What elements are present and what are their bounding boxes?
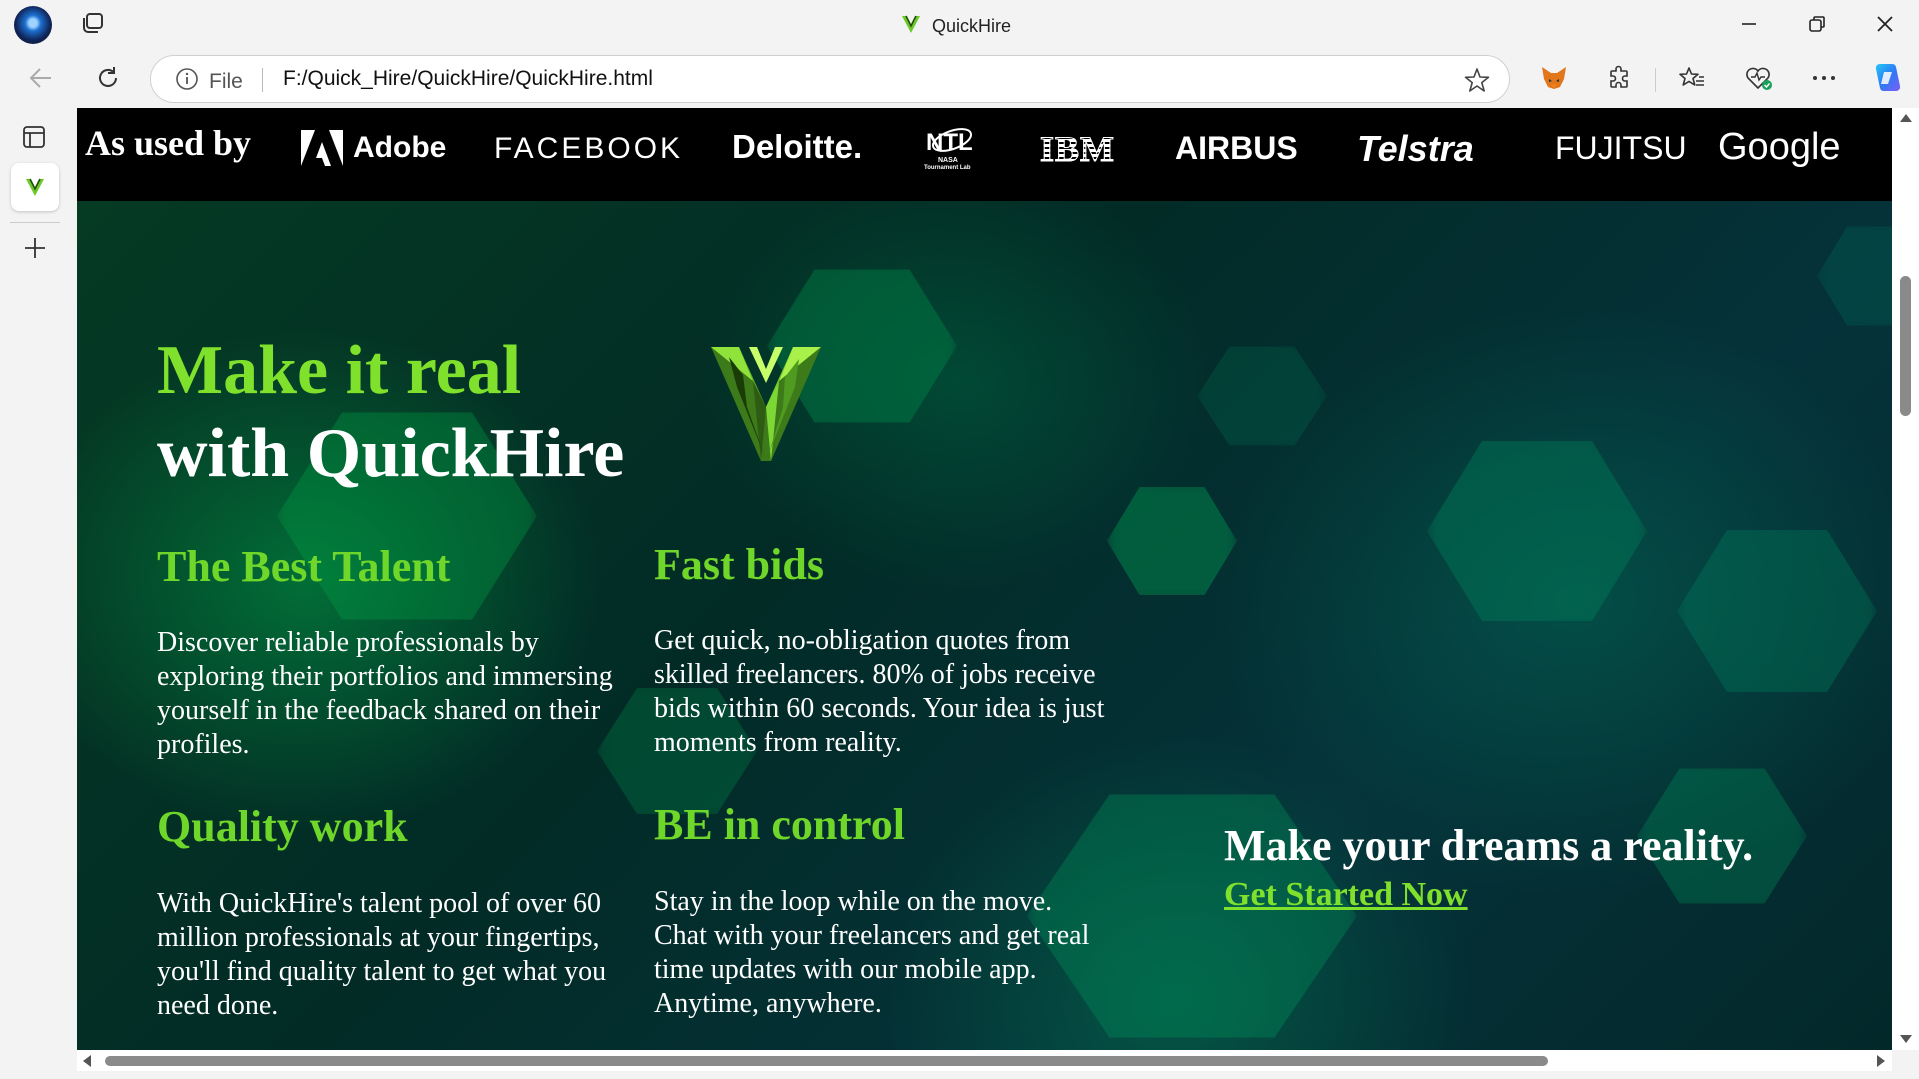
address-divider bbox=[262, 68, 263, 92]
scroll-down-icon[interactable] bbox=[1900, 1035, 1912, 1043]
favorite-star-icon[interactable] bbox=[1463, 66, 1491, 94]
minimize-icon[interactable] bbox=[1734, 10, 1764, 38]
hero-title-line2: with QuickHire bbox=[157, 415, 625, 492]
hero-section: Make it real with QuickHire The Best Tal… bbox=[77, 201, 1892, 1050]
nasa-tournament-lab-logo-icon: NTLNASATournament Lab bbox=[924, 128, 973, 171]
vertical-scroll-thumb[interactable] bbox=[1900, 276, 1911, 416]
close-icon[interactable] bbox=[1870, 10, 1900, 38]
workspaces-icon[interactable] bbox=[80, 12, 106, 36]
page-viewport: As used by Adobe FACEBOOK Deloitte. NTL N… bbox=[77, 108, 1892, 1050]
address-bar[interactable]: File F:/Quick_Hire/QuickHire/QuickHire.h… bbox=[150, 55, 1510, 103]
bokeh-hexagon bbox=[1677, 530, 1877, 692]
bokeh-hexagon bbox=[1427, 441, 1647, 621]
quickhire-favicon-icon bbox=[900, 13, 922, 40]
horizontal-scroll-thumb[interactable] bbox=[105, 1056, 1548, 1066]
bokeh-hexagon bbox=[1197, 346, 1327, 446]
site-info-label: File bbox=[209, 70, 243, 93]
restore-icon[interactable] bbox=[1802, 10, 1832, 38]
brand-nasa-tournament-lab: NTL NASA Tournament Lab bbox=[922, 122, 978, 178]
back-icon[interactable] bbox=[24, 61, 58, 95]
toolbar-divider bbox=[1655, 68, 1656, 92]
brand-telstra: Telstra bbox=[1357, 128, 1474, 169]
browser-essentials-icon[interactable] bbox=[1742, 61, 1776, 95]
get-started-link[interactable]: Get Started Now bbox=[1224, 876, 1468, 914]
quickhire-logo-icon bbox=[709, 347, 823, 461]
brand-fujitsu: FUJITSU bbox=[1555, 130, 1687, 166]
brand-airbus: AIRBUS bbox=[1175, 130, 1298, 166]
feature-text-quality-work: With QuickHire's talent pool of over 60 … bbox=[157, 888, 607, 1021]
bokeh-hexagon bbox=[1817, 226, 1892, 326]
site-info-button[interactable]: File bbox=[175, 67, 243, 97]
tab-actions-icon[interactable] bbox=[21, 124, 47, 150]
feature-title-fast-bids: Fast bids bbox=[654, 540, 824, 589]
brand-facebook: FACEBOOK bbox=[494, 132, 684, 165]
brand-deloitte: Deloitte. bbox=[732, 128, 863, 165]
as-used-by-label: As used by bbox=[85, 123, 252, 163]
scroll-right-icon[interactable] bbox=[1877, 1055, 1885, 1067]
new-tab-icon[interactable] bbox=[23, 236, 47, 260]
hero-title-line1: Make it real bbox=[157, 332, 522, 409]
vertical-scrollbar[interactable] bbox=[1892, 108, 1919, 1050]
window-title-text: QuickHire bbox=[932, 16, 1012, 36]
svg-text:Tournament Lab: Tournament Lab bbox=[924, 165, 971, 170]
cta-headline: Make your dreams a reality. bbox=[1224, 821, 1754, 870]
info-icon bbox=[175, 67, 199, 97]
copilot-icon[interactable] bbox=[1869, 59, 1907, 97]
feature-title-be-in-control: BE in control bbox=[654, 800, 906, 849]
brand-ibm: IBM bbox=[1040, 129, 1115, 170]
feature-title-quality-work: Quality work bbox=[157, 802, 408, 851]
adobe-logo-icon bbox=[301, 130, 343, 166]
svg-text:NASA: NASA bbox=[938, 157, 958, 164]
metamask-fox-icon[interactable] bbox=[1537, 61, 1571, 95]
quickhire-tab-icon bbox=[26, 178, 44, 196]
feature-text-be-in-control: Stay in the loop while on the move. Chat… bbox=[654, 886, 1090, 1019]
brand-google: Google bbox=[1718, 126, 1841, 168]
more-options-icon[interactable] bbox=[1807, 61, 1841, 95]
tab-quickhire[interactable] bbox=[11, 163, 59, 211]
title-bar: QuickHire bbox=[0, 0, 1919, 48]
scroll-left-icon[interactable] bbox=[83, 1055, 91, 1067]
horizontal-scrollbar[interactable] bbox=[77, 1050, 1892, 1071]
vertical-tab-strip bbox=[0, 108, 76, 1079]
feature-text-best-talent: Discover reliable professionals by explo… bbox=[157, 627, 613, 760]
window-title: QuickHire bbox=[900, 13, 1011, 40]
scroll-up-icon[interactable] bbox=[1900, 114, 1912, 122]
brand-adobe: Adobe bbox=[301, 130, 446, 166]
favorites-icon[interactable] bbox=[1675, 61, 1709, 95]
bokeh-hexagon bbox=[1107, 487, 1237, 595]
url-text[interactable]: F:/Quick_Hire/QuickHire/QuickHire.html bbox=[283, 67, 653, 91]
client-logos-bar: As used by Adobe FACEBOOK Deloitte. NTL N… bbox=[77, 108, 1892, 201]
extensions-icon[interactable] bbox=[1603, 61, 1637, 95]
tab-divider bbox=[10, 222, 60, 223]
feature-text-fast-bids: Get quick, no-obligation quotes from ski… bbox=[654, 625, 1105, 758]
profile-avatar[interactable] bbox=[14, 6, 52, 44]
refresh-icon[interactable] bbox=[91, 61, 125, 95]
feature-title-best-talent: The Best Talent bbox=[157, 542, 451, 591]
